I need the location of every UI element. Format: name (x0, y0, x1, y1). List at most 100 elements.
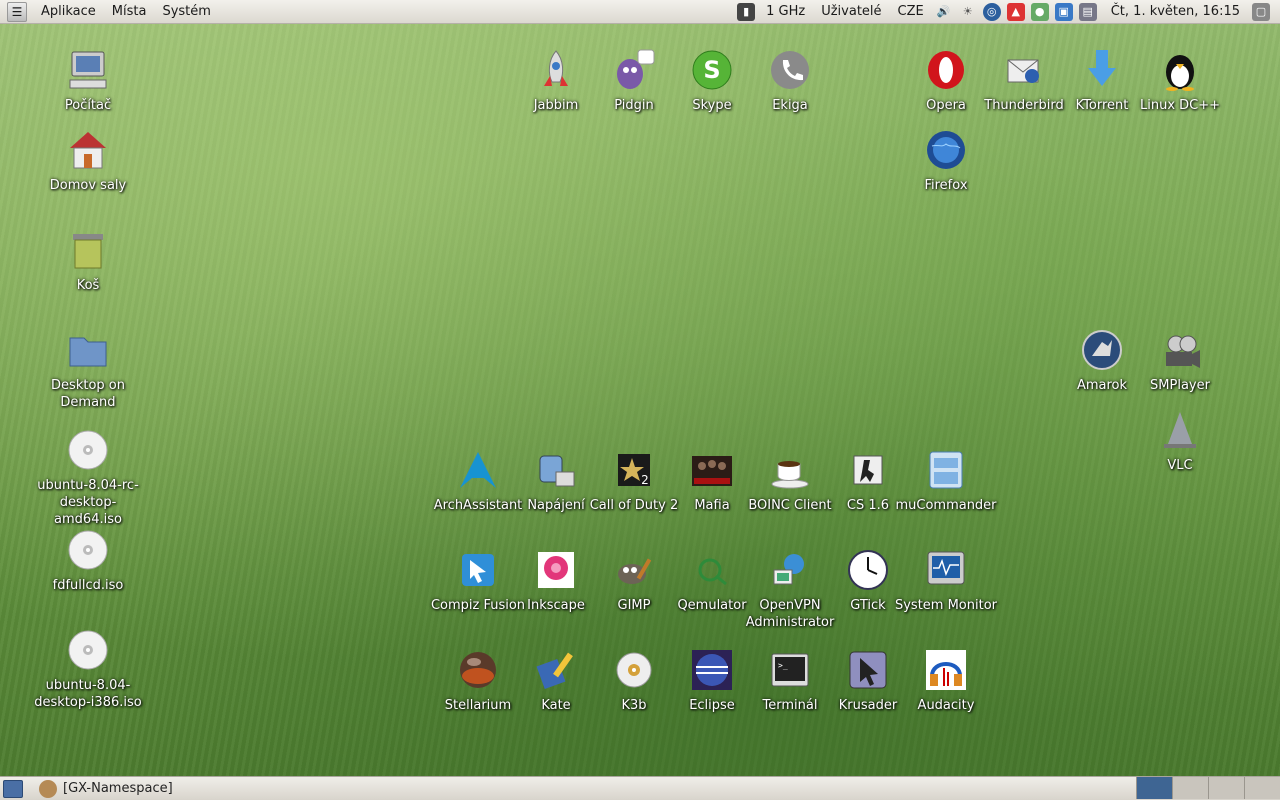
workspace-3[interactable] (1208, 777, 1244, 799)
clock[interactable]: Čt, 1. květen, 16:15 (1103, 4, 1246, 19)
desktop-icon-vlc[interactable]: VLC (1120, 406, 1240, 474)
headphones-icon (922, 646, 970, 694)
desktop-icon-iso-amd64[interactable]: ubuntu-8.04-rc-desktop-amd64.iso (28, 426, 148, 528)
cursor-icon (454, 546, 502, 594)
terminal-icon: >_ (766, 646, 814, 694)
gnome-foot-icon[interactable]: ☰ (7, 1, 27, 22)
pointer-icon (844, 646, 892, 694)
desktop-icon-firefox[interactable]: Firefox (886, 126, 1006, 194)
computer-icon (64, 46, 112, 94)
network-tray-icon[interactable]: ▣ (1054, 2, 1073, 21)
film-icon (1156, 326, 1204, 374)
icon-label: SMPlayer (1150, 378, 1210, 393)
icon-label: K3b (621, 698, 647, 713)
disc-icon (64, 626, 112, 674)
workspace-switcher (1136, 777, 1280, 800)
tux-icon (1156, 46, 1204, 94)
menu-mista[interactable]: Místa (104, 4, 155, 19)
pidgin-icon (610, 46, 658, 94)
icon-label: Linux DC++ (1139, 98, 1221, 113)
cd-icon (610, 646, 658, 694)
disc-icon (64, 426, 112, 474)
cone-icon (1156, 406, 1204, 454)
folder-icon (64, 326, 112, 374)
phone-icon (766, 46, 814, 94)
update-tray-icon[interactable]: ▤ (1078, 2, 1097, 21)
download-icon (1078, 46, 1126, 94)
bottom-panel: [GX-Namespace] (0, 776, 1280, 800)
gimp-icon (610, 546, 658, 594)
system-tray: ▮ 1 GHz Uživatelé CZE 🔊 ☀ ◎ ▲ ● ▣ ▤ Čt, … (737, 2, 1280, 21)
power-icon (532, 446, 580, 494)
workspace-2[interactable] (1172, 777, 1208, 799)
icon-label: muCommander (895, 498, 997, 513)
icon-label: GTick (850, 598, 886, 613)
icon-label: Eclipse (689, 698, 735, 713)
opera-icon (922, 46, 970, 94)
icon-label: ubuntu-8.04-rc-desktop-amd64.iso (37, 478, 139, 527)
icon-label: Domov saly (49, 178, 127, 193)
mafia-icon (688, 446, 736, 494)
svg-text:>_: >_ (778, 661, 788, 670)
desktop-icon-trash[interactable]: Koš (28, 226, 148, 294)
flower-icon (532, 546, 580, 594)
desktop-icon-audacity[interactable]: Audacity (886, 646, 1006, 714)
icon-label: Audacity (917, 698, 975, 713)
icon-label: VLC (1167, 458, 1193, 473)
browser-icon[interactable]: ◎ (982, 2, 1001, 21)
workspace-4[interactable] (1244, 777, 1280, 799)
svg-text:S: S (703, 56, 720, 84)
eclipse-icon (688, 646, 736, 694)
jabbim-task-icon (39, 779, 57, 798)
disc-icon (64, 526, 112, 574)
trash-icon (64, 226, 112, 274)
desktop-icon-smplayer[interactable]: SMPlayer (1120, 326, 1240, 394)
chat-status-icon[interactable]: ● (1030, 2, 1049, 21)
users-applet[interactable]: Uživatelé (816, 4, 886, 19)
volume-icon[interactable]: 🔊 (935, 3, 953, 21)
icon-label: Jabbim (533, 98, 579, 113)
desktop-icon-sysmonitor[interactable]: System Monitor (886, 546, 1006, 614)
brightness-icon[interactable]: ☀ (959, 3, 977, 21)
taskbar-window-label: [GX-Namespace] (63, 781, 173, 796)
icon-label: Ekiga (772, 98, 808, 113)
network-icon (766, 546, 814, 594)
svg-text:2: 2 (641, 473, 649, 487)
rocket-icon (532, 46, 580, 94)
keyboard-layout[interactable]: CZE (893, 4, 929, 19)
icon-label: Koš (76, 278, 100, 293)
icon-label: Opera (926, 98, 966, 113)
qemu-icon (688, 546, 736, 594)
show-desktop-button[interactable] (3, 779, 23, 798)
menu-aplikace[interactable]: Aplikace (33, 4, 104, 19)
desktop-icon-linuxdc[interactable]: Linux DC++ (1120, 46, 1240, 114)
desktop-icon-home[interactable]: Domov saly (28, 126, 148, 194)
pencil-icon (532, 646, 580, 694)
desktop-icon-iso-i386[interactable]: ubuntu-8.04-desktop-i386.iso (28, 626, 148, 711)
planet-icon (454, 646, 502, 694)
desktop-icon-fdfullcd[interactable]: fdfullcd.iso (28, 526, 148, 594)
icon-label: Desktop on Demand (51, 378, 125, 410)
top-panel: ☰ Aplikace Místa Systém ▮ 1 GHz Uživatel… (0, 0, 1280, 24)
desktop-icon-mucommander[interactable]: muCommander (886, 446, 1006, 514)
desktop-icon-ekiga[interactable]: Ekiga (730, 46, 850, 114)
arch-icon (454, 446, 502, 494)
globe-icon (922, 126, 970, 174)
menu-system[interactable]: Systém (154, 4, 218, 19)
taskbar-window-button[interactable]: [GX-Namespace] (39, 779, 173, 798)
cpu-frequency[interactable]: 1 GHz (761, 4, 810, 19)
icon-label: Mafia (694, 498, 730, 513)
icon-label: Skype (692, 98, 732, 113)
cpu-icon[interactable]: ▮ (737, 2, 756, 21)
desktop-icon-computer[interactable]: Počítač (28, 46, 148, 114)
desktop-icon-folder[interactable]: Desktop on Demand (28, 326, 148, 411)
workspace-1[interactable] (1136, 777, 1172, 799)
icon-label: Pidgin (614, 98, 654, 113)
icon-label: CS 1.6 (846, 498, 890, 513)
window-list-icon[interactable]: ▢ (1252, 2, 1270, 21)
monitor-icon (922, 546, 970, 594)
jabbim-tray-icon[interactable]: ▲ (1006, 2, 1025, 21)
mail-icon (1000, 46, 1048, 94)
cs-icon (844, 446, 892, 494)
clock-icon (844, 546, 892, 594)
